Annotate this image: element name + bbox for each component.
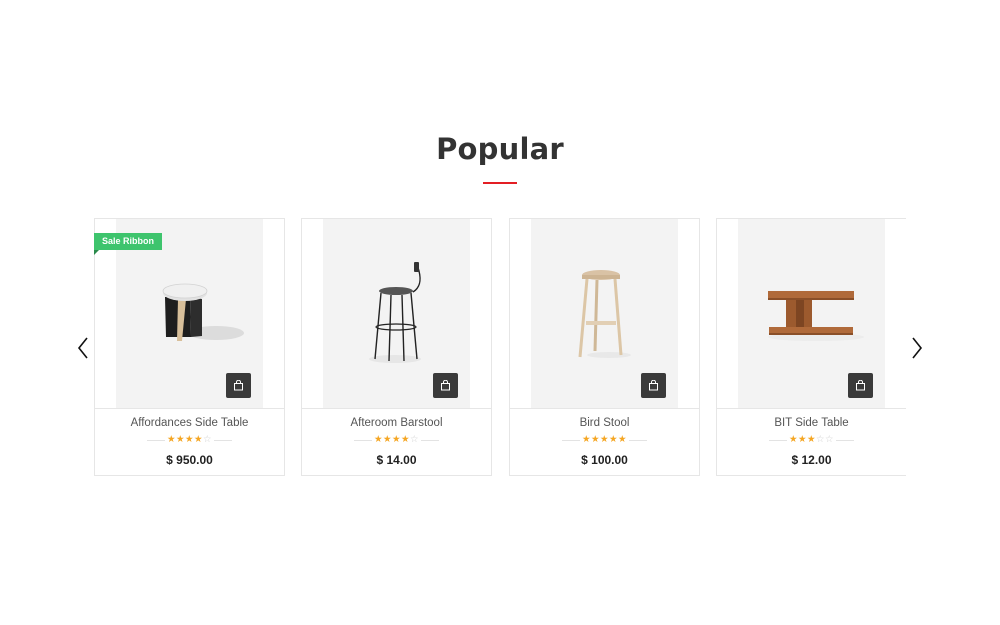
product-card[interactable]: Afteroom Barstool ★★★★☆ $ 14.00 <box>301 218 492 476</box>
chevron-right-icon <box>912 337 923 359</box>
star-rating: ★★★★☆ <box>373 434 420 445</box>
add-to-cart-button[interactable] <box>848 373 873 398</box>
carousel-prev-button[interactable] <box>75 337 91 359</box>
product-price: $ 14.00 <box>376 453 417 467</box>
product-price: $ 950.00 <box>166 453 213 467</box>
product-image[interactable] <box>531 219 678 408</box>
card-divider <box>95 408 284 409</box>
star-rating: ★★★★☆ <box>166 434 213 445</box>
shopping-bag-icon <box>856 380 865 391</box>
product-card[interactable]: BIT Side Table ★★★☆☆ $ 12.00 <box>716 218 906 476</box>
rating-divider <box>353 439 372 441</box>
star-rating: ★★★★★ <box>581 434 628 445</box>
rating-divider <box>214 439 233 441</box>
shopping-bag-icon <box>441 380 450 391</box>
product-name[interactable]: Affordances Side Table <box>95 417 284 429</box>
rating-divider <box>836 439 855 441</box>
card-divider <box>717 408 906 409</box>
shopping-bag-icon <box>649 380 658 391</box>
product-name[interactable]: Afteroom Barstool <box>302 417 491 429</box>
section-title: Popular <box>436 132 564 166</box>
rating-divider <box>629 439 648 441</box>
product-carousel: Sale Ribbon Affordances Side Table ★★★★☆… <box>94 218 906 476</box>
product-card[interactable]: Sale Ribbon Affordances Side Table ★★★★☆… <box>94 218 285 476</box>
product-name[interactable]: BIT Side Table <box>717 417 906 429</box>
add-to-cart-button[interactable] <box>641 373 666 398</box>
rating-divider <box>561 439 580 441</box>
sale-ribbon-badge: Sale Ribbon <box>94 233 163 255</box>
product-price: $ 100.00 <box>581 453 628 467</box>
shopping-bag-icon <box>234 380 243 391</box>
rating-divider <box>146 439 165 441</box>
product-image[interactable] <box>738 219 885 408</box>
title-underline <box>483 182 517 184</box>
add-to-cart-button[interactable] <box>433 373 458 398</box>
product-name[interactable]: Bird Stool <box>510 417 699 429</box>
product-rating: ★★★☆☆ <box>717 434 906 446</box>
product-rating: ★★★★★ <box>510 434 699 446</box>
product-price: $ 12.00 <box>791 453 832 467</box>
add-to-cart-button[interactable] <box>226 373 251 398</box>
product-card[interactable]: Bird Stool ★★★★★ $ 100.00 <box>509 218 700 476</box>
card-divider <box>302 408 491 409</box>
rating-divider <box>768 439 787 441</box>
product-image[interactable] <box>323 219 470 408</box>
product-rating: ★★★★☆ <box>302 434 491 446</box>
card-divider <box>510 408 699 409</box>
chevron-left-icon <box>77 337 88 359</box>
product-rating: ★★★★☆ <box>95 434 284 446</box>
rating-divider <box>421 439 440 441</box>
carousel-next-button[interactable] <box>909 337 925 359</box>
star-rating: ★★★☆☆ <box>788 434 835 445</box>
carousel-track: Sale Ribbon Affordances Side Table ★★★★☆… <box>94 218 906 476</box>
